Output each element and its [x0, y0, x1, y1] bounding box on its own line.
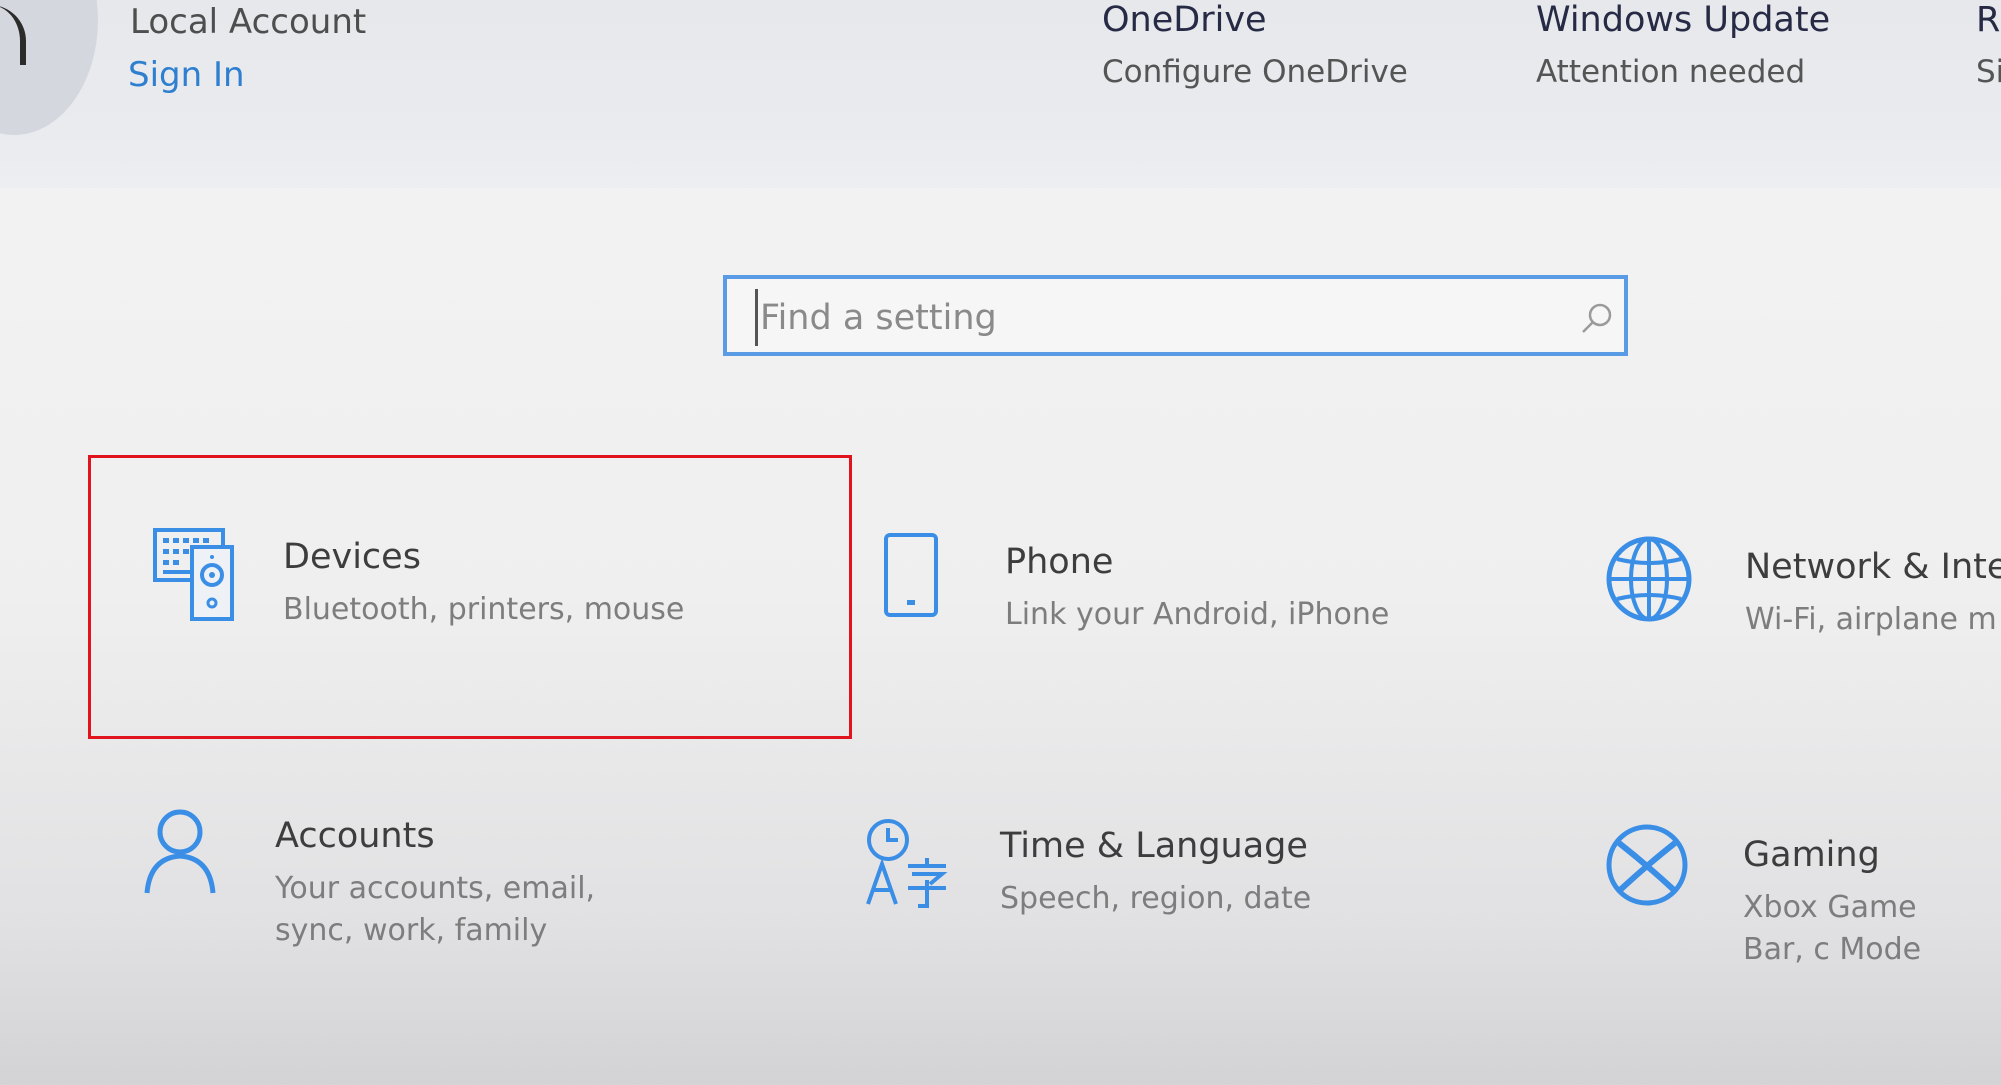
tile-gaming[interactable]: Gaming Xbox Game Bar, c Mode	[1605, 823, 2001, 1063]
search-box[interactable]	[723, 275, 1628, 356]
tile-phone-title: Phone	[1005, 542, 1114, 582]
tile-devices[interactable]: Devices Bluetooth, printers, mouse	[150, 525, 850, 765]
account-name: Local Account	[130, 2, 367, 42]
person-icon	[144, 809, 216, 894]
windows-update-subtitle[interactable]: Attention needed	[1536, 54, 1805, 90]
time-language-icon	[866, 819, 948, 908]
avatar[interactable]	[0, 0, 98, 135]
tile-devices-title: Devices	[283, 537, 421, 577]
tile-gaming-desc: Xbox Game Bar, c Mode	[1743, 890, 1922, 967]
onedrive-title[interactable]: OneDrive	[1102, 0, 1267, 40]
tile-gaming-title: Gaming	[1743, 835, 1880, 875]
rewards-subtitle[interactable]: Si	[1976, 54, 2001, 90]
rewards-title[interactable]: R	[1976, 0, 2000, 40]
devices-icon	[153, 528, 234, 621]
xbox-icon	[1606, 824, 1688, 906]
sign-in-link[interactable]: Sign In	[128, 55, 245, 95]
tile-accounts[interactable]: Accounts Your accounts, email, sync, wor…	[142, 808, 842, 1048]
windows-update-title[interactable]: Windows Update	[1536, 0, 1830, 40]
tile-devices-desc: Bluetooth, printers, mouse	[283, 592, 685, 627]
tile-accounts-desc: Your accounts, email, sync, work, family	[275, 871, 596, 948]
onedrive-subtitle[interactable]: Configure OneDrive	[1102, 54, 1408, 90]
tile-phone[interactable]: Phone Link your Android, iPhone	[880, 530, 1580, 770]
tile-accounts-title: Accounts	[275, 816, 435, 856]
tile-time-language-title: Time & Language	[1000, 826, 1308, 866]
tile-network-desc: Wi-Fi, airplane m	[1745, 602, 1997, 637]
search-icon[interactable]	[1577, 299, 1617, 339]
tile-phone-desc: Link your Android, iPhone	[1005, 597, 1390, 632]
tile-network-title: Network & Inte	[1745, 547, 2001, 587]
phone-icon	[884, 533, 938, 617]
tile-time-language[interactable]: Time & Language Speech, region, date	[862, 818, 1562, 1058]
tile-time-language-desc: Speech, region, date	[1000, 881, 1312, 916]
tile-network[interactable]: Network & Inte Wi-Fi, airplane m	[1605, 535, 2001, 775]
user-icon	[0, 5, 26, 65]
globe-icon	[1606, 536, 1692, 622]
account-header: Local Account Sign In OneDrive Configure…	[0, 0, 2001, 188]
search-input[interactable]	[755, 289, 1552, 346]
